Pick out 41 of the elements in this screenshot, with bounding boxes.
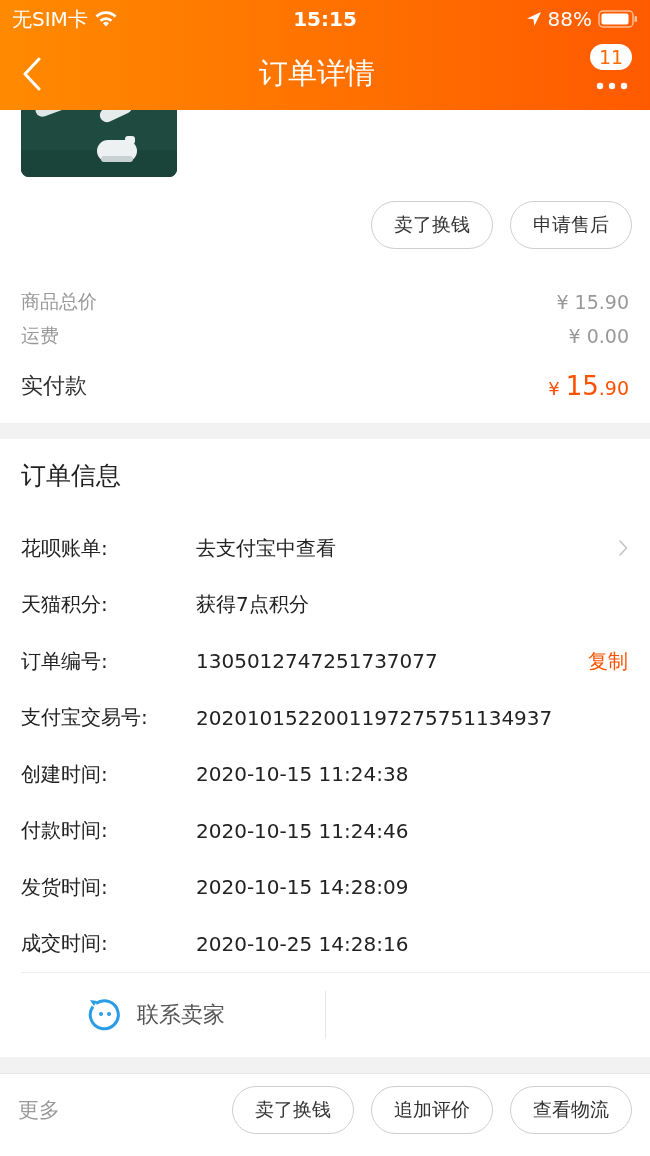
clock-time: 15:15: [293, 7, 357, 31]
action-button[interactable]: 卖了换钱: [371, 201, 493, 249]
total-amount: ¥ 15.90: [548, 371, 629, 401]
action-button[interactable]: 卖了换钱: [232, 1086, 354, 1134]
info-label: 订单编号:: [21, 647, 109, 675]
price-label: 商品总价: [21, 289, 97, 314]
info-label: 支付宝交易号:: [21, 704, 149, 732]
section-title: 订单信息: [21, 460, 122, 492]
info-value: 1305012747251737077: [196, 649, 439, 674]
page-title: 订单详情: [259, 55, 375, 92]
wifi-icon: [93, 10, 118, 28]
battery-icon: [598, 9, 638, 29]
action-button[interactable]: 查看物流: [510, 1086, 632, 1134]
chevron-right-icon[interactable]: [618, 539, 628, 558]
battery-percent: 88%: [547, 7, 592, 31]
info-label: 天猫积分:: [21, 591, 109, 619]
info-value: 获得7点积分: [196, 591, 310, 619]
action-button[interactable]: 申请售后: [510, 201, 632, 249]
action-button[interactable]: 追加评价: [371, 1086, 493, 1134]
info-label: 花呗账单:: [21, 534, 109, 562]
more-icon[interactable]: [596, 82, 628, 90]
info-value[interactable]: 去支付宝中查看: [196, 534, 618, 562]
back-icon[interactable]: [22, 57, 42, 91]
price-value: ¥ 0.00: [568, 325, 629, 347]
info-value: 2020-10-25 14:28:16: [196, 931, 410, 956]
notification-badge: 11: [590, 44, 633, 70]
price-label: 运费: [21, 323, 59, 348]
info-value: 2020-10-15 11:24:38: [196, 762, 410, 787]
info-label: 发货时间:: [21, 873, 109, 901]
info-label: 成交时间:: [21, 930, 109, 958]
info-value: 2020-10-15 14:28:09: [196, 875, 410, 900]
chat-face-icon: [87, 997, 123, 1033]
info-value: 2020-10-15 11:24:46: [196, 818, 410, 843]
total-label: 实付款: [21, 372, 87, 400]
info-label: 创建时间:: [21, 760, 109, 788]
location-arrow-icon: [525, 11, 542, 27]
contact-seller-button[interactable]: 联系卖家: [87, 987, 305, 1043]
price-value: ¥ 15.90: [556, 291, 629, 313]
info-label: 付款时间:: [21, 817, 109, 845]
carrier-label: 无SIM卡: [12, 5, 88, 33]
info-value: 2020101522001197275751134937: [196, 705, 554, 730]
